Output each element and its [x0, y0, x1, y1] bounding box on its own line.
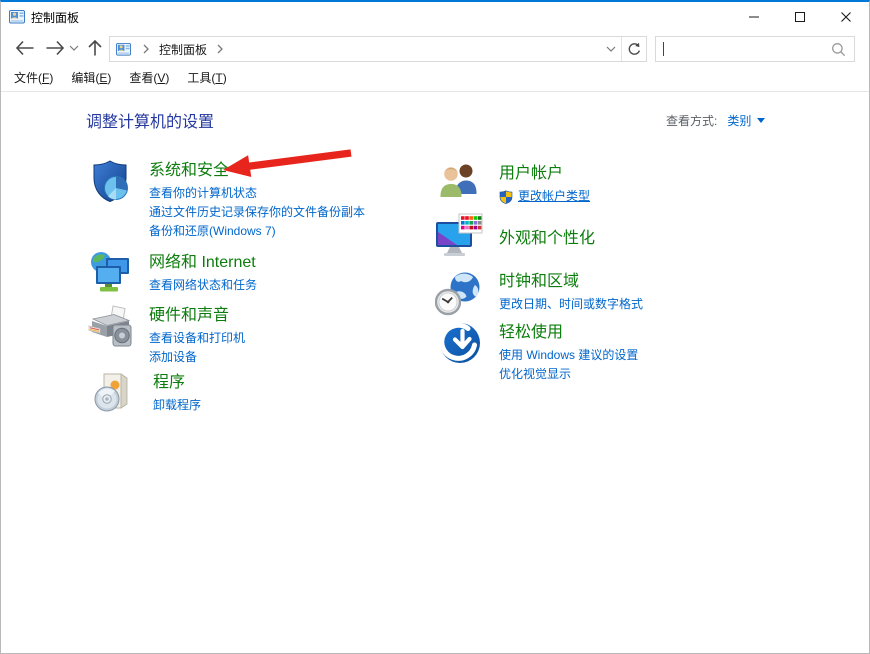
- category-ease-of-access: 轻松使用 使用 Windows 建议的设置 优化视觉显示: [438, 321, 638, 384]
- clock-globe-icon[interactable]: [435, 270, 484, 321]
- category-network-and-internet: 网络和 Internet 查看网络状态和任务: [89, 251, 257, 300]
- control-panel-icon: [116, 42, 131, 57]
- link-hardware-and-sound[interactable]: 硬件和声音: [149, 306, 245, 326]
- link-network-status-tasks[interactable]: 查看网络状态和任务: [149, 276, 257, 295]
- chevron-down-icon: [69, 45, 79, 51]
- link-ease-of-access[interactable]: 轻松使用: [499, 323, 638, 343]
- link-suggested-settings[interactable]: 使用 Windows 建议的设置: [499, 346, 638, 365]
- category-programs: 程序 卸载程序: [93, 371, 201, 418]
- back-button[interactable]: [13, 32, 37, 64]
- address-bar[interactable]: 控制面板: [109, 36, 647, 62]
- dropdown-triangle-icon: [757, 118, 765, 123]
- breadcrumb-chevron-icon[interactable]: [216, 44, 224, 54]
- view-by-control: 查看方式: 类别: [666, 112, 765, 129]
- menu-file[interactable]: 文件(F): [5, 69, 62, 86]
- search-input[interactable]: [664, 42, 831, 56]
- maximize-icon: [794, 11, 806, 23]
- maximize-button[interactable]: [777, 2, 823, 32]
- refresh-icon: [627, 42, 642, 57]
- link-appearance-personalization[interactable]: 外观和个性化: [499, 229, 595, 249]
- uac-shield-icon: [499, 190, 513, 204]
- up-button[interactable]: [84, 32, 106, 64]
- view-by-dropdown[interactable]: 类别: [727, 112, 765, 129]
- link-uninstall-program[interactable]: 卸载程序: [153, 396, 201, 415]
- menu-edit[interactable]: 编辑(E): [62, 69, 120, 86]
- navigation-bar: 控制面板: [1, 32, 869, 64]
- shield-pie-icon[interactable]: [89, 159, 133, 241]
- close-button[interactable]: [823, 2, 869, 32]
- forward-arrow-icon: [45, 40, 65, 56]
- category-hardware-and-sound: 硬件和声音 查看设备和打印机 添加设备: [88, 304, 245, 367]
- minimize-icon: [748, 11, 760, 23]
- link-optimize-visual-display[interactable]: 优化视觉显示: [499, 365, 638, 384]
- refresh-button[interactable]: [621, 37, 646, 61]
- control-panel-window: 控制面板: [0, 0, 870, 654]
- link-file-history-backup[interactable]: 通过文件历史记录保存你的文件备份副本: [149, 203, 365, 222]
- menu-tools[interactable]: 工具(T): [178, 69, 235, 86]
- back-arrow-icon: [15, 40, 35, 56]
- titlebar: 控制面板: [1, 2, 869, 32]
- search-icon: [831, 42, 846, 57]
- chevron-down-icon: [606, 46, 616, 52]
- window-controls: [731, 2, 869, 32]
- link-programs[interactable]: 程序: [153, 373, 201, 393]
- forward-button[interactable]: [43, 32, 67, 64]
- link-check-computer-status[interactable]: 查看你的计算机状态: [149, 184, 365, 203]
- close-icon: [840, 11, 852, 23]
- category-user-accounts: 用户帐户 更改帐户类型: [438, 162, 590, 207]
- link-change-account-type[interactable]: 更改帐户类型: [499, 187, 590, 206]
- link-system-and-security[interactable]: 系统和安全: [149, 161, 365, 181]
- window-title: 控制面板: [31, 9, 79, 26]
- link-change-date-time-number[interactable]: 更改日期、时间或数字格式: [499, 295, 643, 314]
- category-appearance-personalization: 外观和个性化: [435, 213, 595, 264]
- search-box: [655, 36, 855, 62]
- user-accounts-icon[interactable]: [438, 162, 482, 207]
- printer-speaker-icon[interactable]: [88, 304, 133, 367]
- ease-of-access-icon[interactable]: [438, 321, 482, 384]
- view-by-label: 查看方式:: [666, 112, 717, 129]
- link-network-and-internet[interactable]: 网络和 Internet: [149, 253, 257, 273]
- network-monitors-icon[interactable]: [89, 251, 133, 300]
- menu-view[interactable]: 查看(V): [120, 69, 178, 86]
- previous-locations-button[interactable]: [601, 37, 621, 61]
- link-clock-and-region[interactable]: 时钟和区域: [499, 272, 643, 292]
- link-view-devices-printers[interactable]: 查看设备和打印机: [149, 329, 245, 348]
- link-backup-restore-win7[interactable]: 备份和还原(Windows 7): [149, 222, 365, 241]
- up-arrow-icon: [87, 39, 103, 57]
- link-add-device[interactable]: 添加设备: [149, 348, 245, 367]
- control-panel-icon: [9, 9, 25, 25]
- breadcrumb-item-control-panel[interactable]: 控制面板: [159, 41, 207, 58]
- menu-bar: 文件(F) 编辑(E) 查看(V) 工具(T): [1, 64, 869, 92]
- program-disc-icon[interactable]: [93, 371, 137, 418]
- link-user-accounts[interactable]: 用户帐户: [499, 164, 590, 184]
- personalization-icon[interactable]: [435, 213, 483, 264]
- recent-locations-button[interactable]: [67, 32, 81, 64]
- category-system-and-security: 系统和安全 查看你的计算机状态 通过文件历史记录保存你的文件备份副本 备份和还原…: [89, 159, 365, 241]
- category-clock-and-region: 时钟和区域 更改日期、时间或数字格式: [435, 270, 643, 321]
- breadcrumb-chevron-icon[interactable]: [142, 44, 150, 54]
- minimize-button[interactable]: [731, 2, 777, 32]
- page-title: 调整计算机的设置: [86, 108, 214, 132]
